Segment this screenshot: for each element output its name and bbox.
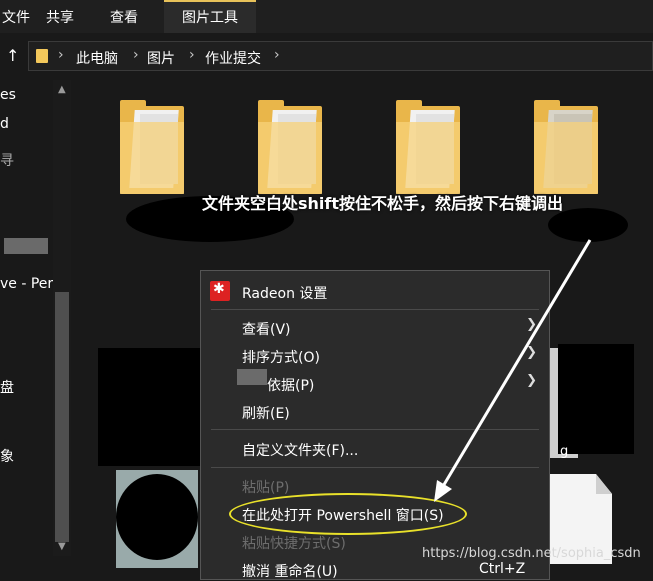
annotation-arrow: [434, 239, 592, 502]
watermark: https://blog.csdn.net/sophia_csdn: [422, 546, 641, 561]
